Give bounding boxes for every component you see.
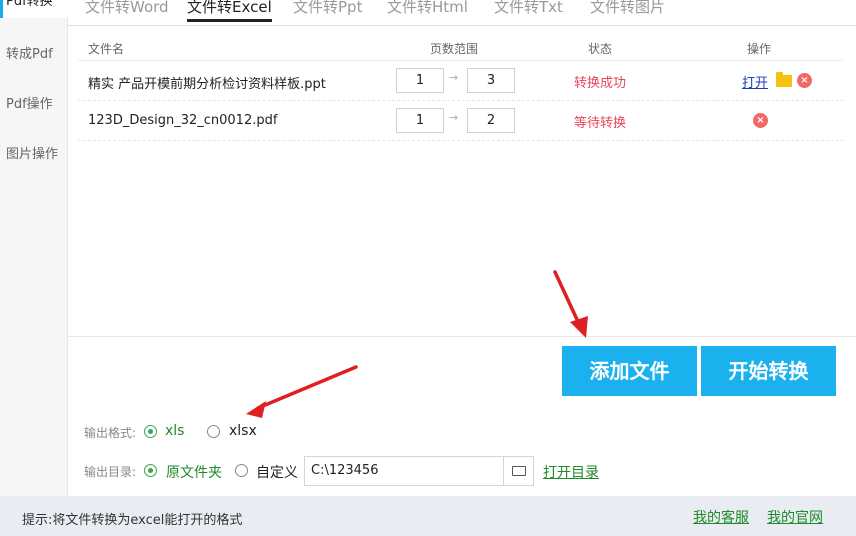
content-divider <box>68 336 856 337</box>
table-row: 精实 产品开模前期分析检讨资料样板.ppt 1 → 3 转换成功 打开 × <box>78 61 844 101</box>
output-format-label: 输出格式: <box>84 426 137 440</box>
tab-to-txt[interactable]: 文件转Txt <box>494 0 563 26</box>
tab-to-ppt[interactable]: 文件转Ppt <box>293 0 362 26</box>
annotation-arrowhead <box>246 401 266 418</box>
header-actions: 操作 <box>747 42 772 56</box>
customer-service-link[interactable]: 我的客服 <box>693 507 749 527</box>
browse-folder-button[interactable] <box>504 456 534 486</box>
status-text: 等待转换 <box>574 116 627 131</box>
annotation-arrow-format <box>256 365 358 410</box>
page-from-input[interactable]: 1 <box>396 68 444 93</box>
output-dir-label: 输出目录: <box>84 465 137 479</box>
status-bar: 提示:将文件转换为excel能打开的格式 我的客服 我的官网 <box>0 496 856 536</box>
sidebar: Pdf转换 转成Pdf Pdf操作 图片操作 <box>0 0 68 496</box>
option-xlsx-label[interactable]: xlsx <box>229 423 257 439</box>
sidebar-item-to-pdf[interactable]: 转成Pdf <box>0 43 68 62</box>
radio-xlsx[interactable] <box>207 425 220 438</box>
header-status: 状态 <box>588 42 613 56</box>
tab-to-html[interactable]: 文件转Html <box>387 0 468 26</box>
start-convert-button[interactable]: 开始转换 <box>701 346 836 396</box>
tab-to-excel[interactable]: 文件转Excel <box>187 0 272 26</box>
header-pages: 页数范围 <box>430 42 479 56</box>
sidebar-item-pdf-ops[interactable]: Pdf操作 <box>0 93 68 112</box>
sidebar-item-image-ops[interactable]: 图片操作 <box>0 143 68 162</box>
output-path-input[interactable]: C:\123456 <box>304 456 504 486</box>
option-custom-folder-label[interactable]: 自定义 <box>256 462 298 482</box>
folder-outline-icon <box>512 466 526 476</box>
tab-bar: 文件转Word 文件转Excel 文件转Ppt 文件转Html 文件转Txt 文… <box>68 0 856 26</box>
file-name: 精实 产品开模前期分析检讨资料样板.ppt <box>88 77 326 92</box>
radio-xls[interactable] <box>144 425 157 438</box>
sidebar-item-pdf-convert[interactable]: Pdf转换 <box>0 0 68 18</box>
annotation-arrowhead <box>570 316 588 338</box>
page-to-input[interactable]: 3 <box>467 68 515 93</box>
header-filename: 文件名 <box>88 42 125 56</box>
radio-source-folder[interactable] <box>144 464 157 477</box>
arrow-right-icon: → <box>449 111 459 124</box>
tab-to-image[interactable]: 文件转图片 <box>590 0 665 26</box>
folder-icon[interactable] <box>776 72 792 87</box>
tab-to-word[interactable]: 文件转Word <box>85 0 169 26</box>
official-website-link[interactable]: 我的官网 <box>767 507 823 527</box>
option-xls-label[interactable]: xls <box>165 423 184 439</box>
tip-text: 提示:将文件转换为excel能打开的格式 <box>22 513 243 528</box>
open-directory-link[interactable]: 打开目录 <box>543 462 599 482</box>
annotation-arrow-add-file <box>553 270 582 328</box>
delete-icon[interactable]: × <box>797 73 812 88</box>
option-source-folder-label[interactable]: 原文件夹 <box>166 462 222 482</box>
add-file-button[interactable]: 添加文件 <box>562 346 697 396</box>
delete-icon[interactable]: × <box>753 113 768 128</box>
status-text: 转换成功 <box>574 76 627 91</box>
page-to-input[interactable]: 2 <box>467 108 515 133</box>
file-name: 123D_Design_32_cn0012.pdf <box>88 113 278 128</box>
radio-custom-folder[interactable] <box>235 464 248 477</box>
open-file-link[interactable]: 打开 <box>742 72 768 91</box>
arrow-right-icon: → <box>449 71 459 84</box>
page-from-input[interactable]: 1 <box>396 108 444 133</box>
table-row: 123D_Design_32_cn0012.pdf 1 → 2 等待转换 × <box>78 101 844 141</box>
